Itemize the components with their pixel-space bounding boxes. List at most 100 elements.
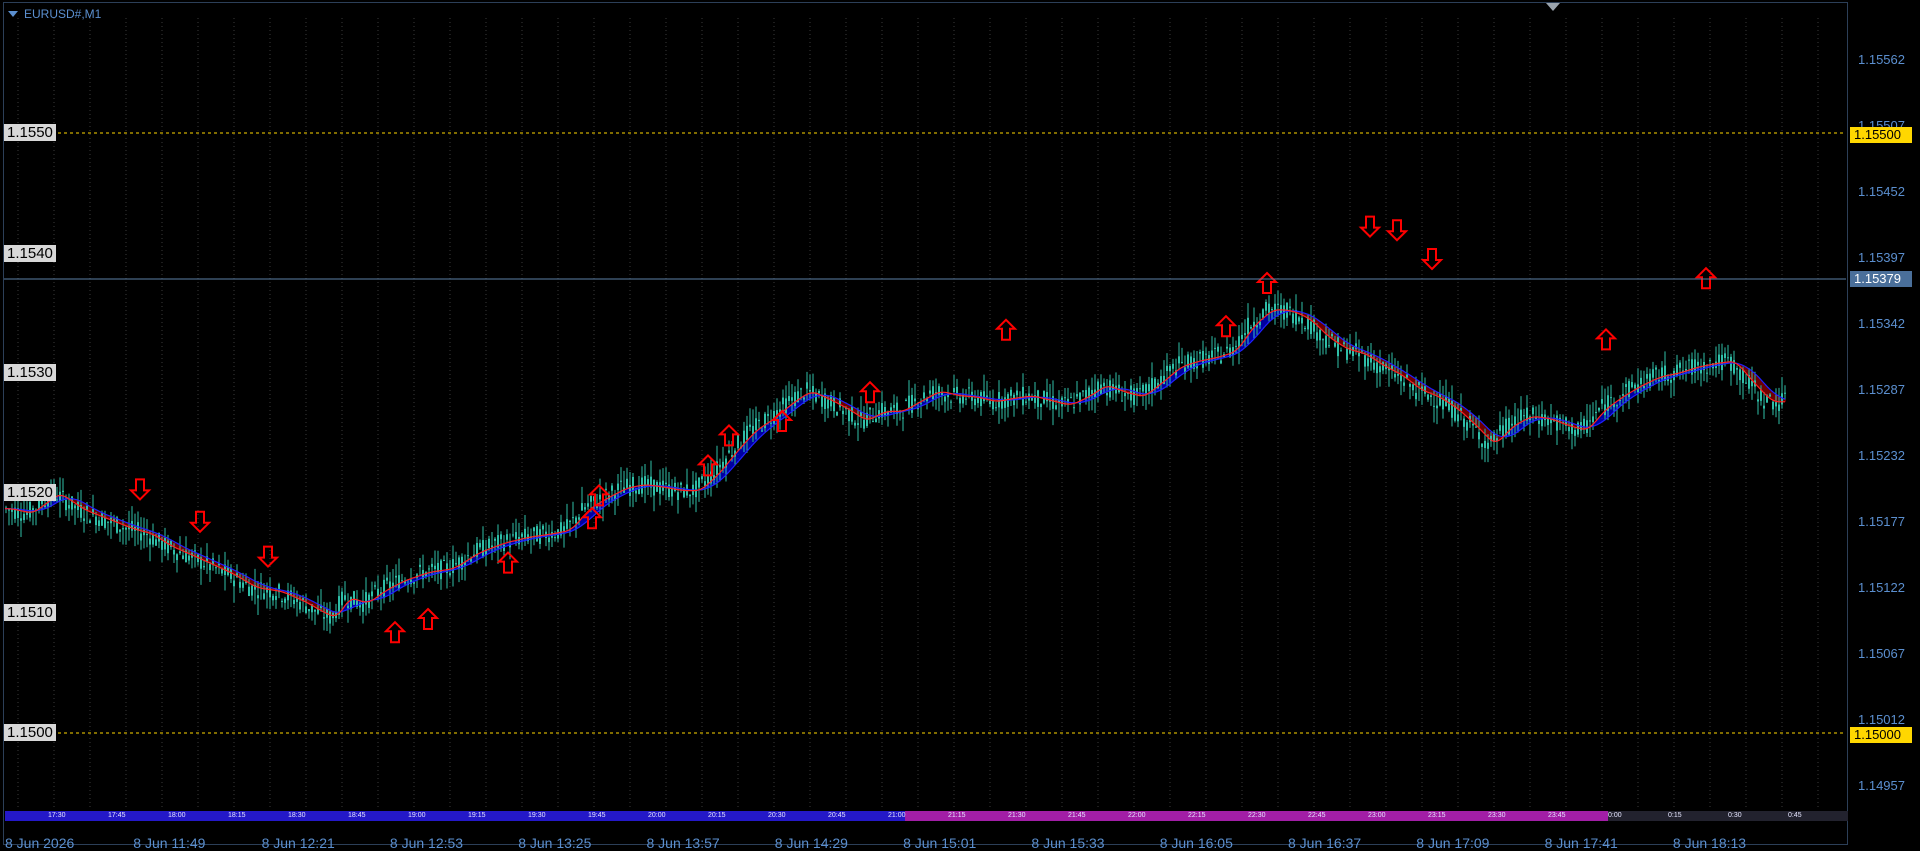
- candle-body: [1334, 342, 1336, 347]
- candle-body: [737, 435, 739, 449]
- candle-body: [584, 507, 586, 510]
- sell-arrow-icon[interactable]: [128, 478, 152, 501]
- candle-body: [743, 430, 745, 444]
- candle-body: [1589, 420, 1591, 422]
- candle-body: [782, 397, 784, 405]
- candle-body: [176, 554, 178, 561]
- candle-body: [575, 517, 577, 524]
- sell-arrow-icon[interactable]: [256, 545, 280, 569]
- candle-body: [950, 401, 952, 403]
- candle-body: [440, 560, 442, 580]
- candle-body: [800, 388, 802, 390]
- candle-body: [1148, 384, 1150, 392]
- candle-body: [1265, 302, 1267, 311]
- candle-body: [629, 484, 631, 496]
- period-strip-tick: 0:00: [1608, 812, 1622, 819]
- candle-body: [1073, 407, 1075, 409]
- candle-body: [1268, 303, 1270, 313]
- candle-body: [1169, 365, 1171, 372]
- buy-arrow-icon[interactable]: [858, 380, 882, 404]
- candle-body: [770, 422, 772, 424]
- candle-body: [1472, 423, 1474, 426]
- period-strip-tick: 19:45: [588, 812, 606, 819]
- candle-body: [671, 488, 673, 497]
- candle-body: [98, 520, 100, 526]
- candle-body: [1343, 342, 1345, 344]
- time-axis-tick: 8 Jun 11:49: [133, 835, 206, 851]
- chart-shift-icon[interactable]: [1546, 3, 1560, 11]
- chart-title[interactable]: EURUSD#,M1: [8, 6, 101, 22]
- buy-arrow-icon[interactable]: [416, 607, 440, 630]
- period-strip-tick: 22:30: [1248, 812, 1266, 819]
- time-axis-tick: 8 Jun 12:53: [389, 835, 464, 851]
- candle-body: [1670, 379, 1672, 383]
- sell-arrow-icon[interactable]: [1420, 248, 1444, 271]
- period-strip-tick: 19:00: [408, 812, 426, 819]
- candle-body: [1601, 399, 1603, 404]
- candle-body: [347, 605, 349, 609]
- sell-arrow-icon[interactable]: [188, 510, 212, 534]
- price-chart-canvas[interactable]: [0, 0, 1920, 848]
- candle-body: [1178, 356, 1180, 364]
- symbol-timeframe-label: EURUSD#,M1: [24, 7, 102, 21]
- candle-body: [233, 580, 235, 587]
- buy-arrow-icon[interactable]: [1255, 271, 1279, 294]
- period-strip-tick: 18:15: [228, 812, 246, 819]
- buy-arrow-icon[interactable]: [1694, 266, 1718, 290]
- candle-body: [1400, 375, 1402, 382]
- candle-body: [179, 551, 181, 554]
- candle-body: [1217, 346, 1219, 352]
- level-label-1-1540[interactable]: 1.1540: [4, 245, 56, 262]
- candle-body: [23, 513, 25, 520]
- collapse-triangle-icon[interactable]: [8, 11, 18, 17]
- candle-body: [1409, 384, 1411, 387]
- candle-body: [242, 582, 244, 588]
- buy-arrow-icon[interactable]: [496, 551, 520, 574]
- time-axis-tick: 8 Jun 15:01: [903, 835, 977, 851]
- candle-body: [1598, 407, 1600, 411]
- candle-body: [1316, 332, 1318, 341]
- candle-body: [1322, 339, 1324, 341]
- candle-body: [1520, 409, 1522, 421]
- level-label-1-1510[interactable]: 1.1510: [4, 604, 56, 621]
- buy-arrow-icon[interactable]: [994, 318, 1018, 341]
- sell-arrow-icon[interactable]: [1358, 215, 1382, 239]
- candle-body: [266, 587, 268, 593]
- candle-body: [1064, 397, 1066, 399]
- buy-arrow-icon[interactable]: [383, 620, 407, 644]
- level-label-1-1550[interactable]: 1.1550: [4, 124, 56, 141]
- candle-body: [1436, 405, 1438, 409]
- candle-body: [1247, 317, 1249, 335]
- candle-body: [1697, 361, 1699, 366]
- candle-body: [173, 549, 175, 555]
- period-strip-tick: 22:45: [1308, 812, 1326, 819]
- candle-body: [851, 406, 853, 422]
- candle-body: [479, 543, 481, 548]
- candle-body: [953, 388, 955, 392]
- level-label-1-1530[interactable]: 1.1530: [4, 364, 56, 381]
- candle-body: [590, 496, 592, 502]
- candle-body: [791, 397, 793, 401]
- candle-body: [857, 423, 859, 425]
- candle-body: [932, 386, 934, 400]
- buy-arrow-icon[interactable]: [1214, 314, 1238, 338]
- candle-body: [314, 609, 316, 612]
- candle-body: [401, 580, 403, 582]
- level-label-1-1500[interactable]: 1.1500: [4, 724, 56, 741]
- candle-body: [995, 407, 997, 409]
- level-label-1-1520[interactable]: 1.1520: [4, 484, 56, 501]
- buy-arrow-icon[interactable]: [1594, 327, 1618, 351]
- candle-body: [1301, 317, 1303, 324]
- sell-arrow-icon[interactable]: [1385, 219, 1409, 242]
- candle-body: [353, 591, 355, 605]
- candle-body: [1244, 333, 1246, 336]
- candle-body: [1778, 404, 1780, 411]
- candle-body: [86, 505, 88, 510]
- candle-body: [611, 485, 613, 491]
- candle-body: [854, 422, 856, 426]
- candle-body: [1319, 329, 1321, 341]
- candle-body: [323, 617, 325, 619]
- candle-body: [917, 408, 919, 410]
- candle-body: [1004, 397, 1006, 408]
- candle-body: [452, 559, 454, 574]
